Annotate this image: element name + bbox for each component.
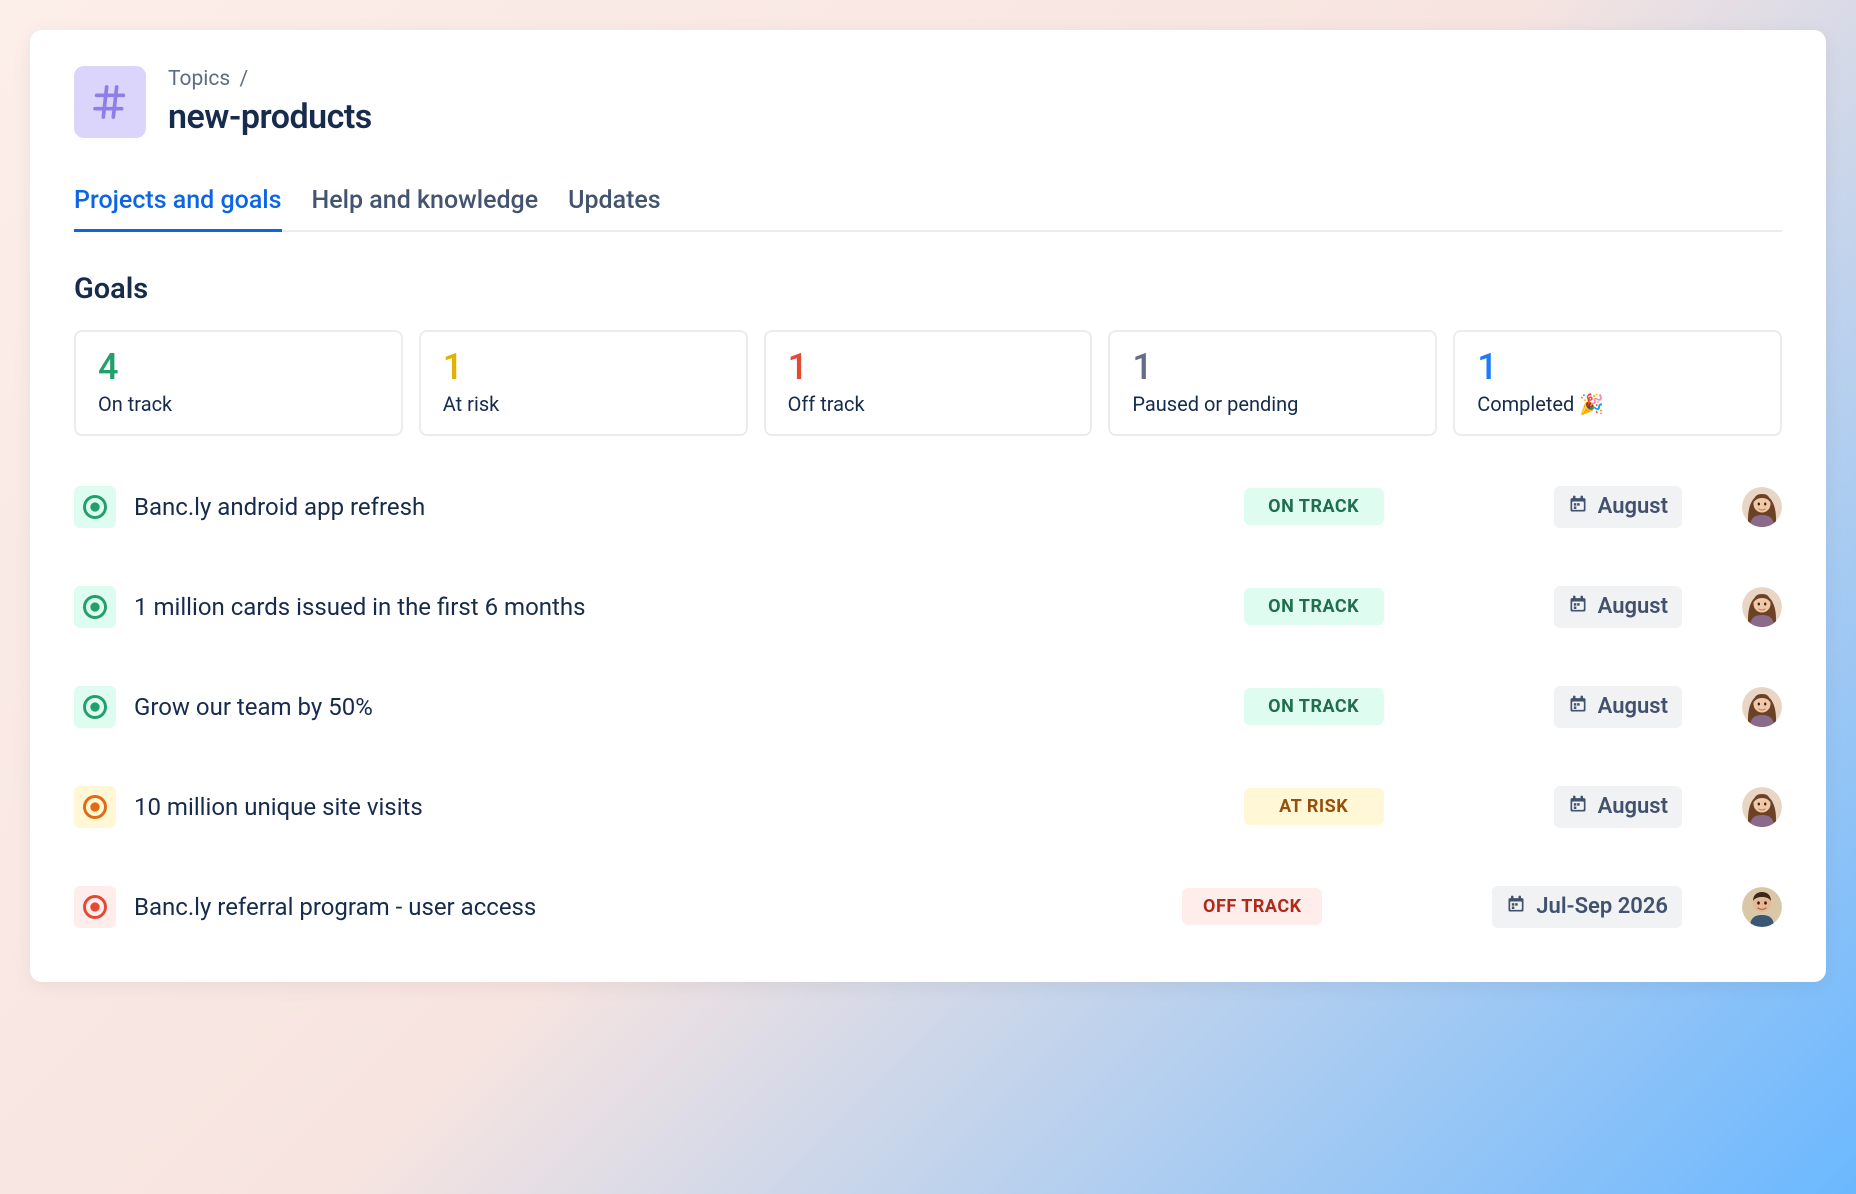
- stat-card-paused[interactable]: 1 Paused or pending: [1108, 330, 1437, 436]
- main-card: Topics / new-products Projects and goals…: [30, 30, 1826, 982]
- calendar-icon: [1568, 494, 1588, 520]
- goal-row[interactable]: 10 million unique site visits AT RISK Au…: [74, 772, 1782, 842]
- goal-title: 10 million unique site visits: [134, 793, 1244, 821]
- page-header: Topics / new-products: [74, 66, 1782, 138]
- target-icon: [74, 686, 116, 728]
- owner-avatar[interactable]: [1742, 487, 1782, 527]
- date-text: August: [1598, 594, 1668, 619]
- calendar-icon: [1506, 894, 1526, 920]
- stat-number: 4: [98, 348, 379, 388]
- calendar-icon: [1568, 594, 1588, 620]
- stat-label: Completed 🎉: [1477, 392, 1758, 416]
- date-badge[interactable]: August: [1554, 586, 1682, 628]
- stat-label: On track: [98, 392, 379, 416]
- goal-title: 1 million cards issued in the first 6 mo…: [134, 593, 1244, 621]
- date-badge[interactable]: August: [1554, 686, 1682, 728]
- target-icon: [74, 486, 116, 528]
- owner-avatar[interactable]: [1742, 887, 1782, 927]
- goal-meta: ON TRACK August: [1244, 686, 1682, 728]
- goal-row[interactable]: Banc.ly android app refresh ON TRACK Aug…: [74, 472, 1782, 542]
- goal-title: Banc.ly android app refresh: [134, 493, 1244, 521]
- status-badge: ON TRACK: [1244, 688, 1384, 725]
- goals-section-title: Goals: [74, 272, 1782, 306]
- goal-meta: ON TRACK August: [1244, 586, 1682, 628]
- goal-meta: OFF TRACK Jul-Sep 2026: [1182, 886, 1682, 928]
- stat-label: Paused or pending: [1132, 392, 1413, 416]
- goal-meta: AT RISK August: [1244, 786, 1682, 828]
- owner-avatar[interactable]: [1742, 687, 1782, 727]
- status-badge: OFF TRACK: [1182, 888, 1322, 925]
- status-badge: ON TRACK: [1244, 488, 1384, 525]
- header-text: Topics / new-products: [168, 67, 372, 137]
- target-icon: [74, 586, 116, 628]
- avatar-column: [1682, 887, 1782, 927]
- stat-label: Off track: [788, 392, 1069, 416]
- topic-hash-icon: [74, 66, 146, 138]
- stat-card-at-risk[interactable]: 1 At risk: [419, 330, 748, 436]
- date-badge[interactable]: August: [1554, 786, 1682, 828]
- stat-card-on-track[interactable]: 4 On track: [74, 330, 403, 436]
- stat-card-off-track[interactable]: 1 Off track: [764, 330, 1093, 436]
- breadcrumb: Topics /: [168, 67, 372, 91]
- tab-help-and-knowledge[interactable]: Help and knowledge: [312, 186, 539, 232]
- goal-row[interactable]: 1 million cards issued in the first 6 mo…: [74, 572, 1782, 642]
- breadcrumb-separator: /: [239, 67, 248, 91]
- tab-bar: Projects and goals Help and knowledge Up…: [74, 186, 1782, 232]
- date-text: August: [1598, 694, 1668, 719]
- stat-number: 1: [1132, 348, 1413, 388]
- status-badge: AT RISK: [1244, 788, 1384, 825]
- owner-avatar[interactable]: [1742, 587, 1782, 627]
- date-badge[interactable]: Jul-Sep 2026: [1492, 886, 1682, 928]
- stat-cards-row: 4 On track 1 At risk 1 Off track 1 Pause…: [74, 330, 1782, 436]
- tab-updates[interactable]: Updates: [568, 186, 661, 232]
- stat-card-completed[interactable]: 1 Completed 🎉: [1453, 330, 1782, 436]
- goal-title: Grow our team by 50%: [134, 693, 1244, 721]
- date-text: Jul-Sep 2026: [1536, 894, 1668, 919]
- target-icon: [74, 886, 116, 928]
- goal-row[interactable]: Grow our team by 50% ON TRACK August: [74, 672, 1782, 742]
- breadcrumb-parent[interactable]: Topics: [168, 67, 230, 91]
- stat-number: 1: [1477, 348, 1758, 388]
- stat-number: 1: [443, 348, 724, 388]
- date-badge[interactable]: August: [1554, 486, 1682, 528]
- goal-meta: ON TRACK August: [1244, 486, 1682, 528]
- target-icon: [74, 786, 116, 828]
- goal-row[interactable]: Banc.ly referral program - user access O…: [74, 872, 1782, 942]
- tab-projects-and-goals[interactable]: Projects and goals: [74, 186, 282, 232]
- calendar-icon: [1568, 794, 1588, 820]
- stat-label: At risk: [443, 392, 724, 416]
- owner-avatar[interactable]: [1742, 787, 1782, 827]
- page-title: new-products: [168, 97, 372, 137]
- calendar-icon: [1568, 694, 1588, 720]
- avatar-column: [1682, 787, 1782, 827]
- status-badge: ON TRACK: [1244, 588, 1384, 625]
- date-text: August: [1598, 794, 1668, 819]
- avatar-column: [1682, 587, 1782, 627]
- avatar-column: [1682, 487, 1782, 527]
- stat-number: 1: [788, 348, 1069, 388]
- avatar-column: [1682, 687, 1782, 727]
- date-text: August: [1598, 494, 1668, 519]
- goal-title: Banc.ly referral program - user access: [134, 893, 1182, 921]
- goals-list: Banc.ly android app refresh ON TRACK Aug…: [74, 472, 1782, 942]
